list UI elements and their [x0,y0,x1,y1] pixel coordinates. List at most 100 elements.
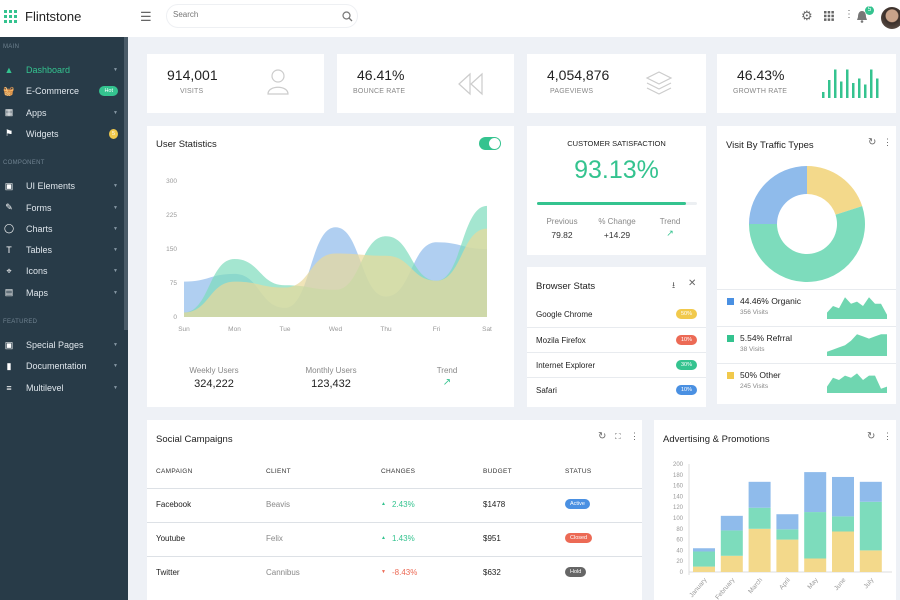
more-vertical-icon[interactable]: ⋮ [883,431,892,442]
table-row[interactable]: Facebook Beavis ▲ 2.43% $1478 Active [147,488,642,522]
layers-icon [645,71,673,95]
fullscreen-icon[interactable]: ⛶ [615,432,621,442]
sidebar-item-label: Maps [26,287,49,298]
sidebar-item-label: Widgets [26,128,59,139]
browser-row: Internet Explorer 30% [527,352,706,377]
browser-percent-badge: 30% [675,360,697,370]
bar-july-segment-2 [859,481,882,502]
arrow-up-icon: ▲ [381,501,386,507]
growth-bar [852,83,855,98]
more-vertical-icon[interactable]: ⋮ [844,9,854,20]
settings-gear-icon[interactable]: ⚙ [801,8,813,24]
refresh-icon[interactable]: ↻ [868,137,876,148]
search-input[interactable] [173,10,333,19]
top-bar: Flintstone ☰ ⚙ ⋮ 5 [0,0,900,37]
menu-toggle-icon[interactable]: ☰ [140,9,152,25]
search-box[interactable] [166,4,358,28]
traffic-visits: 245 Visits [740,383,769,390]
sidebar-item-apps[interactable]: ▦ Apps ▼ [0,104,124,122]
traffic-label: 50% Other [740,370,781,380]
budget-value: $1478 [483,500,506,509]
status-badge: Hold [565,567,587,577]
pages-icon: ▣ [4,339,14,350]
chevron-down-icon: ▼ [113,342,118,348]
traffic-sparkline [827,297,887,319]
bar-june-segment-1 [832,516,854,532]
stat-label: VISITS [180,88,204,95]
sidebar-item-label: Apps [26,107,47,118]
sidebar-item-documentation[interactable]: ▮ Documentation ▼ [0,357,124,375]
chart-toggle-switch[interactable] [479,137,501,150]
bar-june-segment-0 [832,531,854,572]
satisfaction-value: 93.13% [574,156,659,184]
stat-card-growth-rate: 46.43% GROWTH RATE [717,54,896,113]
user-avatar[interactable] [881,7,900,29]
more-vertical-icon[interactable]: ⋮ [630,431,639,442]
stat-value: 914,001 [167,67,218,83]
close-icon[interactable]: ✕ [688,278,696,289]
growth-bar [828,80,831,98]
sidebar-item-maps[interactable]: ▤ Maps ▼ [0,284,124,302]
campaign-name: Twitter [156,568,180,577]
y-tick-label: 140 [673,494,684,500]
sidebar-item-dashboard[interactable]: ▲ Dashboard ▼ [0,61,124,79]
sidebar-item-special-pages[interactable]: ▣ Special Pages ▼ [0,336,124,354]
sidebar-item-multilevel[interactable]: ≡ Multilevel ▼ [0,379,124,397]
sidebar-item-label: UI Elements [26,181,76,192]
apps-grid-icon[interactable] [824,11,834,21]
table-row[interactable]: Youtube Felix ▲ 1.43% $951 Closed [147,522,642,556]
sidebar-item-icons[interactable]: ⌖ Icons ▼ [0,262,124,280]
download-icon[interactable]: ⭳ [672,278,675,294]
sidebar-item-e-commerce[interactable]: 🧺 E-Commerce Hot [0,82,124,100]
bar-march-segment-0 [748,528,771,572]
user-statistics-area-chart: 0 75 150 225 300 Sun Mon Tue Wed Thu Fri Sat [166,178,492,333]
bar-may-segment-0 [804,558,827,572]
sidebar-scrollbar[interactable] [124,37,128,330]
status-badge: Closed [565,533,593,543]
refresh-icon[interactable]: ↻ [867,431,875,442]
y-tick-label: 80 [676,527,683,533]
table-row[interactable]: Twitter Cannibus ▼ -8.43% $632 Hold [147,556,642,590]
sidebar-item-forms[interactable]: ✎ Forms ▼ [0,199,124,217]
sidebar-item-charts[interactable]: ◯ Charts ▼ [0,220,124,238]
bar-february-segment-1 [720,530,743,556]
refresh-icon[interactable]: ↻ [598,431,606,442]
bar-may-segment-1 [804,512,827,559]
sidebar-item-badge: Hot [99,86,118,97]
client-name: Beavis [266,500,291,509]
chevron-down-icon: ▼ [113,268,118,275]
browser-name: Internet Explorer [536,361,596,370]
chart-area-icon: ▲ [4,65,14,75]
sidebar-item-badge: 5 [108,128,118,139]
stat-label: PAGEVIEWS [550,88,594,95]
user-icon [267,69,289,95]
summary-value: 324,222 [194,378,234,390]
growth-bar [876,78,879,98]
sidebar-item-tables[interactable]: T Tables ▼ [0,241,124,259]
more-vertical-icon[interactable]: ⋮ [883,137,892,148]
column-header: CLIENT [266,468,291,475]
growth-bar [870,69,873,98]
bar-april-segment-2 [776,514,799,530]
column-header: CAMPAIGN [156,468,193,475]
satisfaction-item-label: Previous [546,217,578,226]
traffic-label: 5.54% Refrral [740,333,792,343]
y-tick-label: 200 [673,462,684,468]
bar-april-segment-0 [776,539,799,572]
chevron-down-icon: ▼ [113,204,118,211]
bar-march-segment-1 [748,507,771,529]
chevron-down-icon: ▼ [113,67,118,73]
arrow-down-icon: ▼ [381,569,386,575]
column-header: CHANGES [381,468,416,475]
card-title: Browser Stats [536,281,596,292]
bar-march-segment-2 [748,481,771,508]
sidebar-item-label: Multilevel [26,382,64,393]
traffic-row: 44.46% Organic 356 Visits [717,289,896,326]
x-tick-label: March [747,576,764,595]
change-value: -8.43% [392,568,418,577]
bar-chart-icon [822,69,879,98]
sidebar-item-ui-elements[interactable]: ▣ UI Elements ▼ [0,177,124,195]
search-icon[interactable] [342,11,353,22]
sidebar-item-widgets[interactable]: ⚑ Widgets 5 [0,125,124,143]
column-header: BUDGET [483,468,512,475]
